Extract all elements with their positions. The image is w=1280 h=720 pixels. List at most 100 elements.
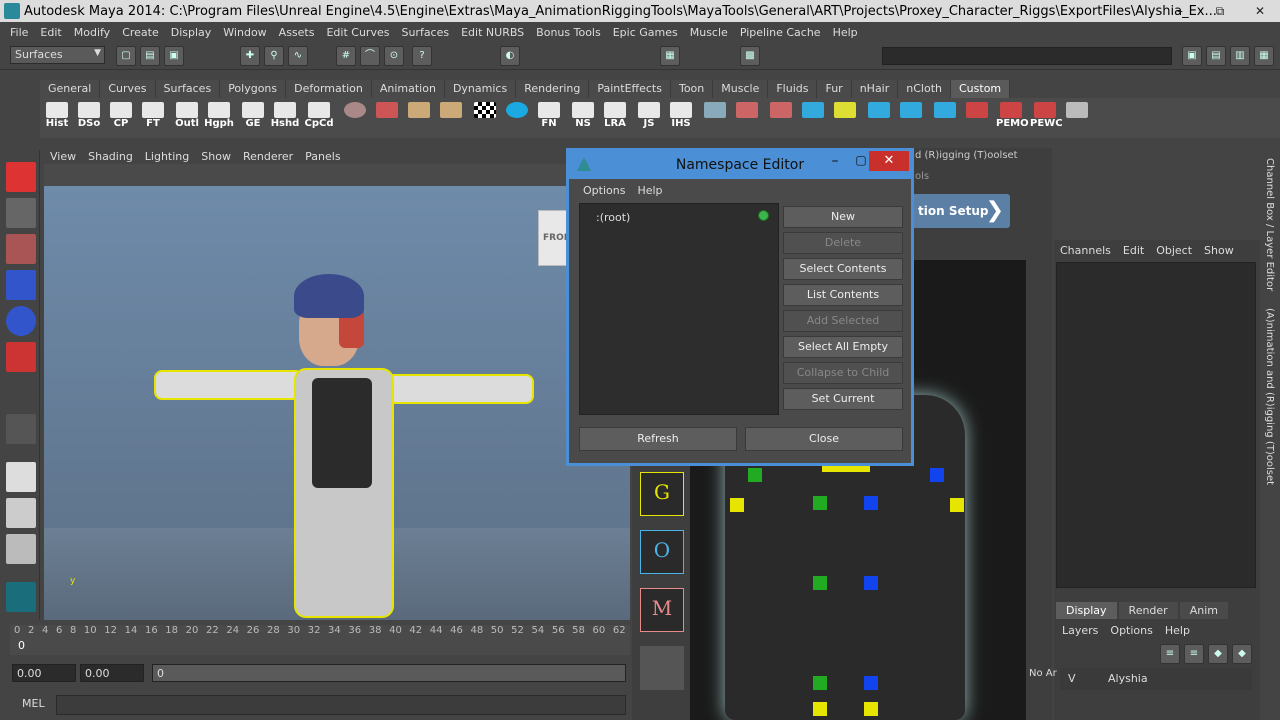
snap-grid-icon[interactable]: # [336,46,356,66]
shelf-tab-muscle[interactable]: Muscle [713,80,769,98]
shelf-tab-polygons[interactable]: Polygons [220,80,287,98]
art-toolset-tab[interactable]: (A)nimation and (R)igging (T)oolset [1264,308,1275,485]
shelf-tab-fur[interactable]: Fur [817,80,852,98]
menu-set-dropdown[interactable]: Surfaces ▼ [10,46,105,64]
shelf-btn-ik[interactable] [896,102,926,132]
restore-button[interactable]: ⧉ [1200,0,1240,22]
channel-list[interactable] [1056,262,1256,588]
maximize-icon[interactable]: ▢ [851,153,871,173]
shelf-tab-fluids[interactable]: Fluids [768,80,818,98]
viewport-persp[interactable]: View Shading Lighting Show Renderer Pane… [44,148,630,620]
render-icon[interactable]: ◐ [500,46,520,66]
viewport-menu-view[interactable]: View [44,150,82,163]
picker-control[interactable] [950,498,964,512]
rotate-tool-icon[interactable] [6,306,36,336]
picker-control[interactable] [864,496,878,510]
new-layer-icon[interactable]: ◆ [1208,644,1228,664]
picker-control[interactable] [813,496,827,510]
shelf-btn-cp[interactable]: CP [106,102,136,132]
graph-editor-icon[interactable]: ▦ [660,46,680,66]
picker-control[interactable] [813,576,827,590]
shelf-btn-ge[interactable]: GE [238,102,268,132]
layout-four-icon[interactable] [6,498,36,528]
snap-curve-icon[interactable]: ⌒ [360,46,380,66]
close-icon[interactable]: ✕ [869,151,909,171]
minimize-icon[interactable]: – [825,153,845,173]
open-scene-icon[interactable]: ▤ [140,46,160,66]
channel-box-tab[interactable]: Channel Box / Layer Editor [1264,158,1275,291]
select-tool-icon[interactable] [6,162,36,192]
shelf-btn-curve-yellow[interactable] [830,102,860,132]
mel-input[interactable] [56,695,626,715]
shelf-btn-hgph[interactable]: Hgph [204,102,234,132]
render-view-icon[interactable]: ▩ [740,46,760,66]
shelf-tab-ncloth[interactable]: nCloth [898,80,951,98]
shelf-tab-rendering[interactable]: Rendering [516,80,590,98]
picker-control[interactable] [864,676,878,690]
picker-control[interactable] [813,676,827,690]
shelf-btn-sphere-tool[interactable] [340,102,370,132]
menu-muscle[interactable]: Muscle [684,26,734,39]
shelf-btn-pewc[interactable]: PEWC [1030,102,1063,132]
picker-control[interactable] [864,702,878,716]
namespace-editor-titlebar[interactable]: Namespace Editor – ▢ ✕ [569,151,911,179]
shelf-tab-toon[interactable]: Toon [670,80,714,98]
layer-menu-help[interactable]: Help [1159,624,1196,637]
lasso-tool-icon[interactable] [6,198,36,228]
layer-menu-layers[interactable]: Layers [1056,624,1104,637]
minimize-button[interactable]: – [1160,0,1200,22]
picker-control[interactable] [930,468,944,482]
shelf-btn-script-b[interactable] [1062,102,1092,132]
shelf-btn-hist[interactable]: Hist [42,102,72,132]
ns-select-contents-button[interactable]: Select Contents [783,258,903,280]
shelf-tab-curves[interactable]: Curves [100,80,156,98]
shelf-btn-tile-tool[interactable] [436,102,466,132]
viewport-menu-lighting[interactable]: Lighting [139,150,195,163]
ns-close-button[interactable]: Close [745,427,903,451]
ns-refresh-button[interactable]: Refresh [579,427,737,451]
cb-menu-object[interactable]: Object [1150,244,1198,257]
shelf-btn-script-a[interactable] [700,102,730,132]
cb-menu-channels[interactable]: Channels [1054,244,1117,257]
shelf-btn-pemo[interactable]: PEMO [996,102,1029,132]
shelf-btn-joint-tool[interactable] [962,102,992,132]
menu-file[interactable]: File [4,26,34,39]
select-component-icon[interactable]: ∿ [288,46,308,66]
shelf-tab-deformation[interactable]: Deformation [286,80,372,98]
move-tool-icon[interactable] [6,270,36,300]
menu-modify[interactable]: Modify [68,26,116,39]
shelf-btn-lra[interactable]: LRA [600,102,630,132]
viewport-menu-panels[interactable]: Panels [299,150,346,163]
last-tool-icon[interactable] [6,414,36,444]
layer-menu-options[interactable]: Options [1104,624,1158,637]
ns-menu-help[interactable]: Help [631,184,668,197]
menu-assets[interactable]: Assets [273,26,321,39]
select-object-icon[interactable]: ⚲ [264,46,284,66]
paint-select-icon[interactable] [6,234,36,264]
shelf-btn-cube[interactable] [502,102,532,132]
layer-icon[interactable]: ≡ [1160,644,1180,664]
shelf-btn-curve[interactable] [798,102,828,132]
shelf-btn-paint-tool[interactable] [372,102,402,132]
shelf-btn-brush[interactable] [732,102,762,132]
shelf-btn-figure[interactable] [766,102,796,132]
shelf-tab-dynamics[interactable]: Dynamics [444,80,517,98]
ns-select-all-empty-button[interactable]: Select All Empty [783,336,903,358]
layer-tab-display[interactable]: Display [1056,602,1117,619]
ns-set-current-button[interactable]: Set Current [783,388,903,410]
menu-pipeline-cache[interactable]: Pipeline Cache [734,26,827,39]
modeling-toolkit-icon[interactable]: ▣ [1182,46,1202,66]
start-time-field[interactable]: 0.00 [12,664,76,682]
shelf-btn-js[interactable]: JS [634,102,664,132]
viewport-menu-renderer[interactable]: Renderer [237,150,299,163]
menu-edit[interactable]: Edit [34,26,67,39]
new-layer-selected-icon[interactable]: ◆ [1232,644,1252,664]
shelf-tab-nhair[interactable]: nHair [851,80,899,98]
mel-label[interactable]: MEL [22,697,45,710]
new-scene-icon[interactable]: ▢ [116,46,136,66]
range-slider-bar[interactable]: 0 [152,664,626,682]
tool-settings-icon[interactable]: ▥ [1230,46,1250,66]
shelf-btn-fn[interactable]: FN [534,102,564,132]
shelf-btn-axis[interactable] [930,102,960,132]
shelf-tab-animation[interactable]: Animation [371,80,445,98]
